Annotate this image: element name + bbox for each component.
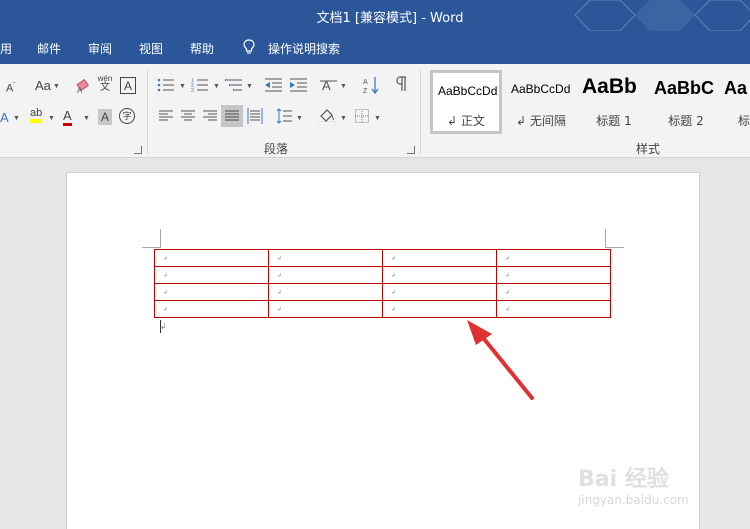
watermark-url: jingyan.baidu.com [578, 493, 689, 507]
annotation-arrow-icon [467, 320, 534, 400]
watermark-logo: Bai 经验 [578, 467, 669, 492]
